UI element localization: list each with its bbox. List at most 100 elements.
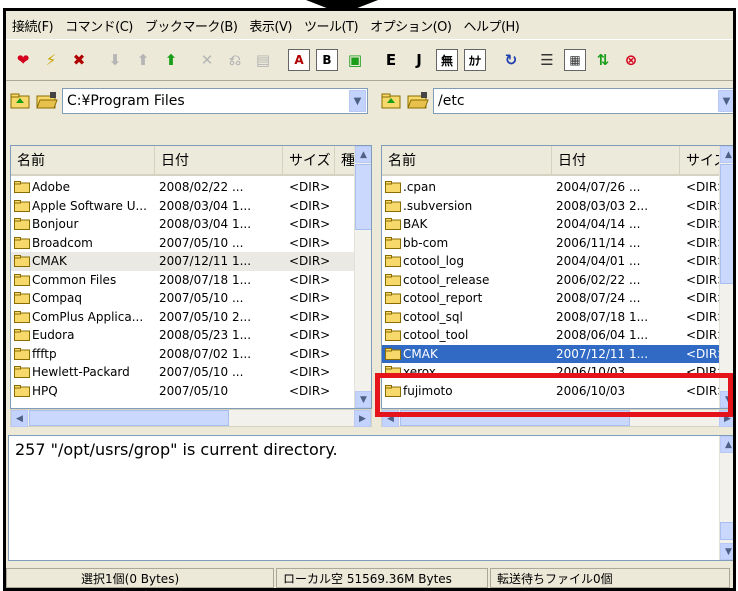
file-row[interactable]: cotool_tool 2008/06/04 1... <DIR>: [382, 326, 733, 345]
file-row[interactable]: bb-com 2006/11/14 ... <DIR>: [382, 234, 733, 253]
list-view-icon[interactable]: ☰: [536, 49, 558, 71]
file-row[interactable]: Apple Software U... 2008/03/04 1... <DIR>: [11, 197, 371, 216]
file-size: <DIR>: [289, 309, 331, 324]
file-row[interactable]: Common Files 2008/07/18 1... <DIR>: [11, 271, 371, 290]
disconnect-icon[interactable]: ✖: [68, 49, 90, 71]
menu-item[interactable]: 表示(V): [249, 16, 292, 35]
rename-icon[interactable]: ⎌: [224, 49, 246, 71]
folder-icon: [385, 347, 401, 360]
local-vertical-scrollbar[interactable]: ▲ ▼: [354, 146, 371, 408]
local-horizontal-scrollbar[interactable]: ◀ ▶: [10, 409, 372, 427]
remote-path-dropdown-icon[interactable]: ▼: [718, 90, 733, 112]
file-row[interactable]: ffftp 2008/07/02 1... <DIR>: [11, 345, 371, 364]
file-row[interactable]: Adobe 2008/02/22 ... <DIR>: [11, 178, 371, 197]
file-row[interactable]: Compaq 2007/05/10 ... <DIR>: [11, 289, 371, 308]
quick-connect-icon[interactable]: ⚡: [40, 49, 62, 71]
file-row[interactable]: Broadcom 2007/05/10 ... <DIR>: [11, 234, 371, 253]
file-row[interactable]: CMAK 2007/12/11 1... <DIR>: [11, 252, 371, 271]
connect-icon[interactable]: ❤: [12, 49, 34, 71]
scroll-up-icon[interactable]: ▲: [720, 146, 733, 163]
menu-item[interactable]: コマンド(C): [65, 16, 133, 35]
jis-icon[interactable]: J: [408, 49, 430, 71]
mirror-upload-icon[interactable]: ⬆: [160, 49, 182, 71]
menu-item[interactable]: ツール(T): [304, 16, 359, 35]
folder-icon: [14, 255, 30, 268]
detail-view-icon[interactable]: ▦: [564, 49, 586, 71]
column-size[interactable]: サイズ: [283, 146, 335, 174]
file-size: <DIR>: [686, 254, 722, 269]
euc-icon[interactable]: E: [380, 49, 402, 71]
file-row[interactable]: Eudora 2008/05/23 1... <DIR>: [11, 326, 371, 345]
open-folder-icon[interactable]: [407, 92, 429, 110]
file-row[interactable]: cotool_release 2006/02/22 ... <DIR>: [382, 271, 733, 290]
file-row[interactable]: Bonjour 2008/03/04 1... <DIR>: [11, 215, 371, 234]
upload-icon[interactable]: ⬆: [132, 49, 154, 71]
scroll-down-icon[interactable]: ▼: [355, 391, 371, 408]
scroll-up-icon[interactable]: ▲: [720, 436, 733, 453]
binary-mode-icon[interactable]: B: [316, 49, 338, 71]
scroll-up-icon[interactable]: ▲: [355, 146, 371, 163]
ascii-mode-icon[interactable]: A: [288, 49, 310, 71]
file-date: 2008/07/02 1...: [159, 346, 252, 361]
file-size: <DIR>: [686, 291, 722, 306]
up-folder-icon[interactable]: [10, 92, 32, 110]
scroll-thumb[interactable]: [720, 164, 733, 284]
log-panel[interactable]: 257 "/opt/usrs/grop" is current director…: [8, 435, 733, 561]
column-date[interactable]: 日付: [155, 146, 283, 174]
no-convert-icon[interactable]: 無: [436, 49, 458, 71]
refresh-icon[interactable]: ↻: [500, 49, 522, 71]
toolbar: ❤ ⚡ ✖ ⬇ ⬆ ⬆ ✕ ⎌ ▤ A B ▣ E J 無 ｶﾅ ↻ ☰ ▦ ⇅ ⊗: [6, 39, 733, 81]
file-row[interactable]: HPQ 2007/05/10 <DIR>: [11, 382, 371, 401]
folder-icon: [14, 329, 30, 342]
file-name: cotool_sql: [403, 309, 463, 324]
scroll-thumb[interactable]: [355, 164, 371, 230]
scroll-thumb[interactable]: [29, 410, 229, 426]
remote-path-combo[interactable]: /etc ▼: [433, 88, 733, 114]
auto-mode-icon[interactable]: ▣: [344, 49, 366, 71]
file-row[interactable]: .subversion 2008/03/03 2... <DIR>: [382, 197, 733, 216]
file-row[interactable]: BAK 2004/04/14 ... <DIR>: [382, 215, 733, 234]
column-type[interactable]: 種: [335, 146, 355, 174]
scroll-left-icon[interactable]: ◀: [11, 410, 28, 427]
log-vertical-scrollbar[interactable]: ▲ ▼: [719, 436, 733, 560]
file-size: <DIR>: [686, 328, 722, 343]
local-rows: Adobe 2008/02/22 ... <DIR> Apple Software U…: [11, 178, 371, 400]
file-name: Eudora: [32, 328, 75, 343]
menu-item[interactable]: 接続(F): [12, 16, 54, 35]
file-size: <DIR>: [686, 180, 722, 195]
menu-item[interactable]: オプション(O): [370, 16, 452, 35]
menu-item[interactable]: ブックマーク(B): [145, 16, 238, 35]
local-path-combo[interactable]: C:¥Program Files ▼: [62, 88, 368, 114]
up-folder-icon[interactable]: [381, 92, 403, 110]
file-row[interactable]: cotool_report 2008/07/24 ... <DIR>: [382, 289, 733, 308]
file-row[interactable]: CMAK 2007/12/11 1... <DIR>: [382, 344, 733, 363]
scroll-thumb[interactable]: [720, 522, 733, 540]
highlight-annotation-line: [733, 392, 736, 395]
remote-vertical-scrollbar[interactable]: ▲ ▼: [719, 146, 733, 408]
file-row[interactable]: .cpan 2004/07/26 ... <DIR>: [382, 178, 733, 197]
folder-icon: [14, 236, 30, 249]
column-name[interactable]: 名前: [382, 146, 552, 174]
kana-icon[interactable]: ｶﾅ: [464, 49, 486, 71]
scroll-down-icon[interactable]: ▼: [720, 543, 733, 560]
file-date: 2004/04/01 ...: [556, 254, 641, 269]
file-row[interactable]: cotool_log 2004/04/01 ... <DIR>: [382, 252, 733, 271]
remote-file-list[interactable]: 名前 日付 サイズ .cpan2004/07/26 ...<DIR>.subve…: [381, 145, 733, 409]
stop-icon[interactable]: ⊗: [620, 49, 642, 71]
column-name[interactable]: 名前: [11, 146, 155, 174]
local-path-dropdown-icon[interactable]: ▼: [349, 90, 366, 112]
file-row[interactable]: ComPlus Applica... 2007/05/10 2... <DIR>: [11, 308, 371, 327]
mkdir-icon[interactable]: ▤: [252, 49, 274, 71]
delete-icon[interactable]: ✕: [196, 49, 218, 71]
download-icon[interactable]: ⬇: [104, 49, 126, 71]
scroll-right-icon[interactable]: ▶: [354, 410, 371, 427]
compare-icon[interactable]: ⇅: [592, 49, 614, 71]
column-size[interactable]: サイズ: [680, 146, 722, 174]
file-row[interactable]: cotool_sql 2008/07/18 1... <DIR>: [382, 308, 733, 327]
local-file-list[interactable]: 名前 日付 サイズ 種 Adobe 2008/02/22 ... <DIR> Appl…: [10, 145, 372, 409]
column-date[interactable]: 日付: [552, 146, 680, 174]
open-folder-icon[interactable]: [36, 92, 58, 110]
folder-icon: [14, 273, 30, 286]
file-row[interactable]: Hewlett-Packard 2007/05/10 ... <DIR>: [11, 363, 371, 382]
menu-item[interactable]: ヘルプ(H): [463, 16, 519, 35]
